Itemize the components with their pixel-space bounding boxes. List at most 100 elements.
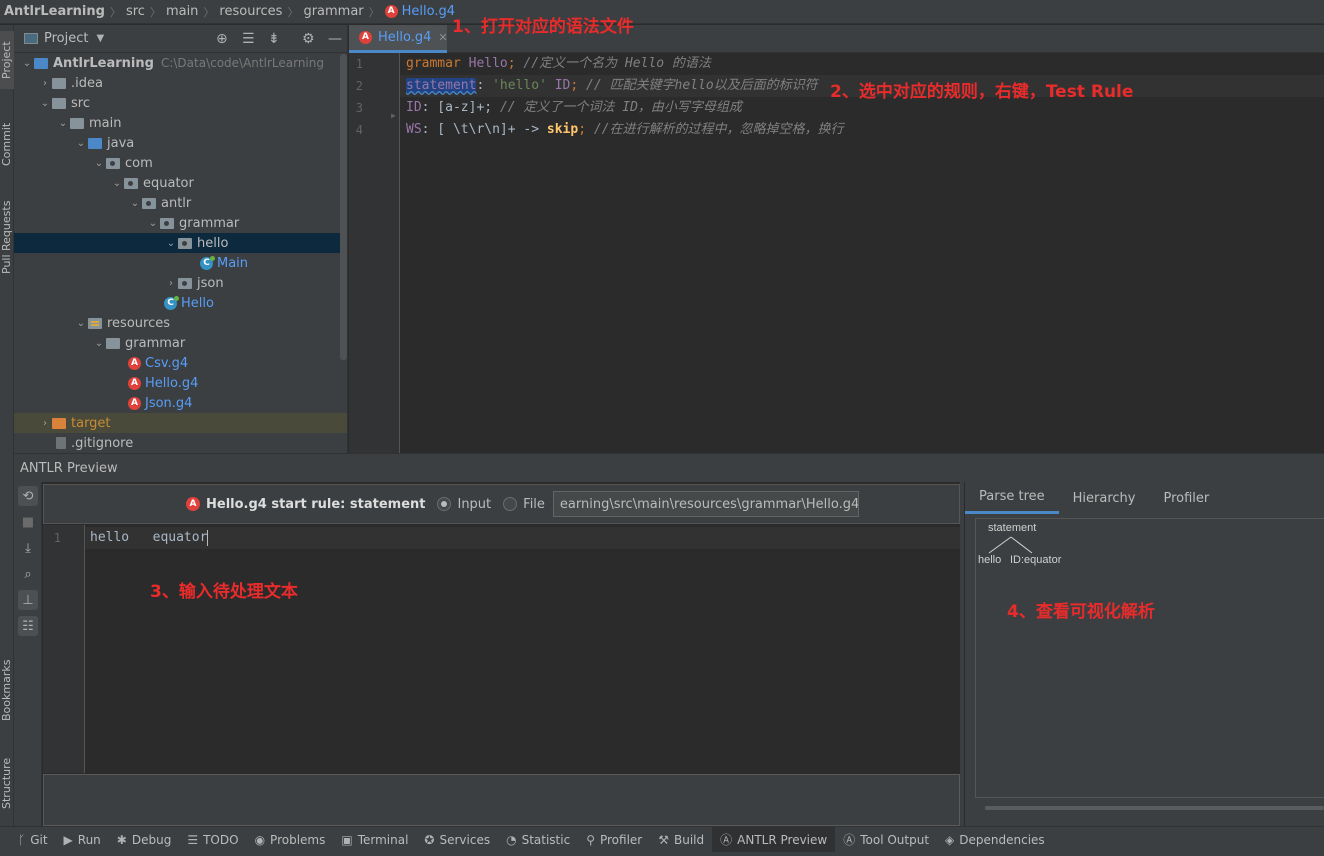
tree-item-hello-g4[interactable]: A Hello.g4 [14,373,347,393]
tool-statistic-label: Statistic [521,832,571,847]
close-icon[interactable]: ✕ [438,31,447,44]
preview-splitter[interactable] [960,482,964,826]
tool-build[interactable]: ⚒ Build [650,827,712,853]
tab-profiler[interactable]: Profiler [1149,482,1223,514]
tree-item-equator[interactable]: ⌄ equator [14,173,347,193]
tab-hierarchy[interactable]: Hierarchy [1059,482,1150,514]
folder-icon [106,337,120,349]
tree-view-icon[interactable]: ⊥ [18,590,38,610]
breadcrumb-item[interactable]: grammar [303,4,363,19]
tool-antlr-preview[interactable]: Ⓐ ANTLR Preview [712,826,836,853]
tool-tool-output[interactable]: Ⓐ Tool Output [835,827,937,853]
package-icon [124,177,138,189]
file-radio[interactable] [503,497,518,511]
tree-item-antlr[interactable]: ⌄ antlr [14,193,347,213]
antlr-icon: A [128,396,141,410]
parse-tree-view[interactable]: statement hello ID:equator [975,518,1324,798]
source-folder-icon [88,137,102,149]
refresh-icon[interactable]: ⟲ [18,486,38,506]
tool-git[interactable]: ᚴ Git [10,827,56,853]
antlr-icon: A [186,497,200,511]
breadcrumb-file[interactable]: A Hello.g4 [384,4,456,19]
line-number: 1 [53,531,61,545]
expand-all-icon[interactable]: ☰ [242,31,255,47]
preview-console [43,774,960,826]
chevron-down-icon[interactable]: ▼ [96,33,104,44]
excluded-folder-icon [52,417,66,429]
tree-item-label: equator [143,175,194,191]
hierarchy-icon[interactable]: ☷ [18,616,38,636]
folder-icon [70,117,84,129]
input-gutter: 1 [43,525,85,773]
tool-problems[interactable]: ◉ Problems [247,827,334,853]
fold-marker-icon[interactable]: ▶ [391,111,396,120]
file-path-field[interactable]: earning\src\main\resources\grammar\Hello… [552,491,859,517]
tree-item-target[interactable]: › target [14,413,347,433]
tree-item-com[interactable]: ⌄ com [14,153,347,173]
tool-tab-pull-requests[interactable]: Pull Requests [0,185,14,289]
breadcrumb-file-label: Hello.g4 [401,4,456,19]
tool-todo[interactable]: ☰ TODO [179,827,246,853]
tree-item-grammar-folder[interactable]: ⌄ grammar [14,333,347,353]
breadcrumb-item[interactable]: src [126,4,145,19]
breadcrumb-item[interactable]: main [166,4,198,19]
chevron-right-icon: › [169,277,173,289]
tool-tab-commit[interactable]: Commit [0,109,14,179]
tool-tab-bookmarks[interactable]: Bookmarks [0,647,14,733]
tree-item-src[interactable]: ⌄ src [14,93,347,113]
tree-item-gitignore[interactable]: .gitignore [14,433,347,453]
tree-item-grammar-package[interactable]: ⌄ grammar [14,213,347,233]
tree-item-hello-package[interactable]: ⌄ hello [14,233,347,253]
package-icon [178,237,192,249]
tree-item-hello-class[interactable]: C Hello [14,293,347,313]
tree-item-main-class[interactable]: C Main [14,253,347,273]
gear-icon[interactable]: ⚙ [302,31,315,47]
code-editor[interactable]: 1 2 3 4 ▶ grammar Hello; //定义一个名为 Hello … [349,53,1324,453]
project-scrollbar[interactable] [340,54,347,360]
tree-item-java[interactable]: ⌄ java [14,133,347,153]
tool-terminal[interactable]: ▣ Terminal [333,827,416,853]
collapse-all-icon[interactable]: ⇟ [268,31,280,47]
tree-item-json-g4[interactable]: A Json.g4 [14,393,347,413]
tool-statistic[interactable]: ◔ Statistic [498,827,578,853]
tool-profiler[interactable]: ⚲ Profiler [578,827,650,853]
search-icon[interactable]: ⌕ [18,564,38,584]
tree-item-main[interactable]: ⌄ main [14,113,347,133]
tree-item-root[interactable]: ⌄ AntlrLearning C:\Data\code\AntlrLearning [14,53,347,73]
parse-tree-scrollbar[interactable] [985,806,1324,810]
minimize-icon[interactable]: — [328,31,342,47]
tool-window-bar: ᚴ Git ▶ Run ✱ Debug ☰ TODO ◉ Problems ▣ Termin… [0,826,1324,853]
project-panel-title[interactable]: Project [44,31,88,46]
annotation-step-2: 2、选中对应的规则，右键，Test Rule [830,82,1134,102]
breadcrumb-item[interactable]: AntlrLearning [4,4,105,19]
play-icon: ▶ [63,832,73,847]
export-icon[interactable]: ⤓ [18,538,38,558]
tool-dependencies[interactable]: ◈ Dependencies [937,827,1053,853]
folder-icon [52,77,66,89]
tool-tab-structure[interactable]: Structure [0,743,14,823]
tree-item-json-package[interactable]: › json [14,273,347,293]
locate-icon[interactable]: ⊕ [216,31,228,47]
tree-item-label: resources [107,315,171,331]
tool-tab-project[interactable]: Project [0,31,14,89]
tree-item-label: grammar [125,335,186,351]
tree-item-resources[interactable]: ⌄ resources [14,313,347,333]
tab-parse-tree[interactable]: Parse tree [965,482,1059,514]
tree-item-label: Hello [181,295,214,311]
tree-item-csv-g4[interactable]: A Csv.g4 [14,353,347,373]
tool-debug[interactable]: ✱ Debug [109,827,180,853]
hammer-icon: ⚒ [658,832,669,847]
parse-tree-leaf[interactable]: ID:equator [1010,554,1061,566]
tree-item-idea[interactable]: › .idea [14,73,347,93]
tab-hello-g4[interactable]: A Hello.g4 ✕ [349,25,448,53]
tool-run[interactable]: ▶ Run [56,827,109,853]
preview-input-editor[interactable]: 1 hello equator [43,525,960,773]
code-line: WS: [ \t\r\n]+ -> skip; //在进行解析的过程中，忽略掉空… [406,122,844,137]
input-radio[interactable] [437,497,452,511]
tree-item-label: antlr [161,195,192,211]
breadcrumb-item[interactable]: resources [219,4,282,19]
tool-services[interactable]: ✪ Services [416,827,498,853]
parse-tree-leaf[interactable]: hello [978,554,1001,566]
status-bar [0,852,1324,856]
package-icon [106,157,120,169]
